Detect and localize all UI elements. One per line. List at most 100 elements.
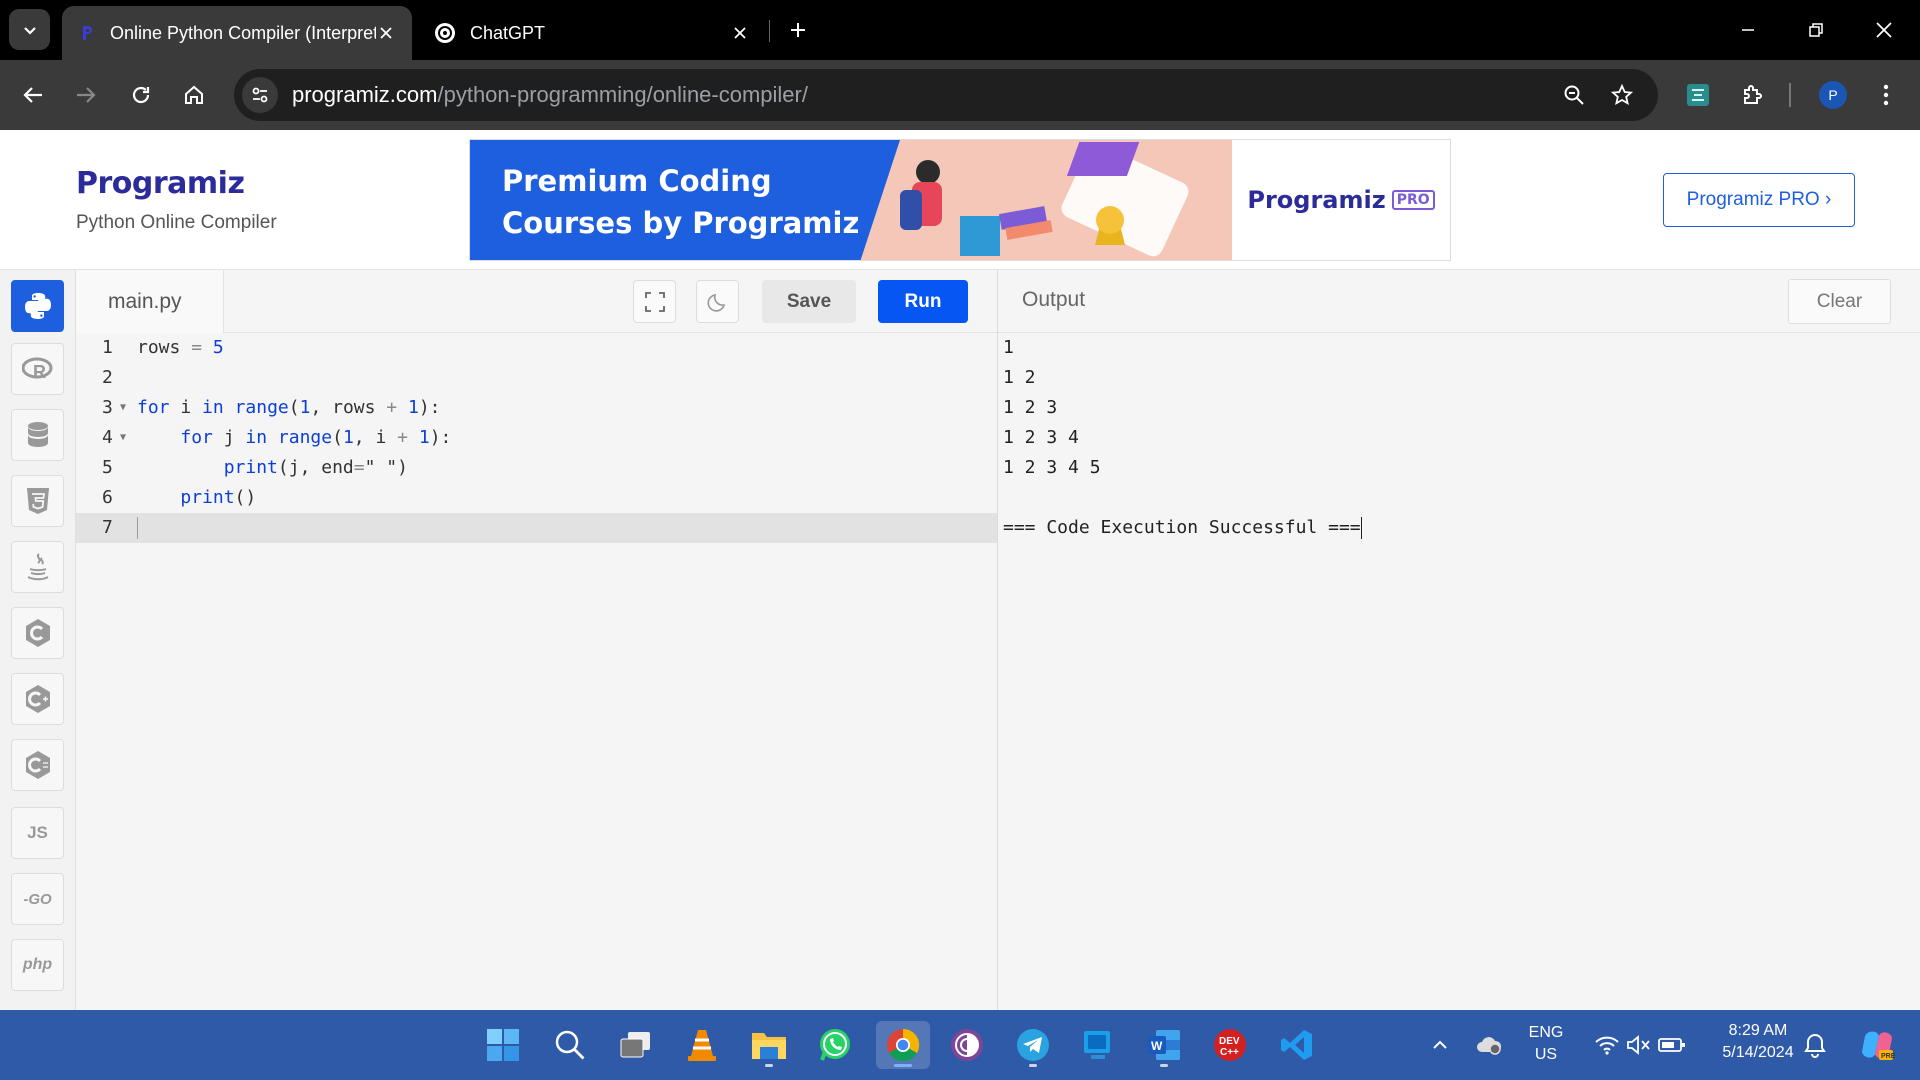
lang-sql[interactable] (11, 409, 64, 461)
fullscreen-button[interactable] (633, 280, 676, 323)
copilot-icon: PRE (1862, 1031, 1895, 1060)
extensions-menu-button[interactable] (1731, 73, 1775, 117)
close-tab-icon[interactable] (376, 23, 396, 43)
line-number: 3 (102, 397, 113, 418)
output-line-status: === Code Execution Successful === (1003, 513, 1362, 543)
file-tab-main-py[interactable]: main.py (76, 270, 224, 333)
clock[interactable]: 8:29 AM 5/14/2024 (1710, 1020, 1806, 1064)
lang-html[interactable] (11, 475, 64, 527)
line-number: 5 (102, 457, 113, 478)
svg-text:PRE: PRE (1881, 1053, 1895, 1060)
lang-r[interactable]: R (11, 343, 64, 395)
start-button[interactable] (479, 1021, 527, 1069)
notifications-button[interactable] (1795, 1021, 1835, 1069)
code-line: 4 ▼ for j in range(1, i + 1): (76, 423, 998, 453)
taskbar-telegram[interactable] (1009, 1021, 1057, 1069)
programiz-logo[interactable]: Programiz (76, 166, 245, 201)
tab-title: Online Python Compiler (Interpreter) (110, 22, 376, 43)
taskbar-search-button[interactable] (546, 1021, 594, 1069)
bookmark-button[interactable] (1604, 77, 1640, 113)
close-window-button[interactable] (1862, 8, 1906, 52)
copilot-button[interactable]: PRE (1853, 1021, 1901, 1069)
svg-text:W: W (1151, 1039, 1163, 1053)
language-sidebar: R JS -GO php (0, 270, 76, 1010)
zoom-button[interactable] (1556, 77, 1592, 113)
lang-csharp[interactable] (11, 739, 64, 791)
output-label: Output (1022, 288, 1086, 311)
lang-js[interactable]: JS (11, 807, 64, 859)
task-view-button[interactable] (612, 1021, 660, 1069)
output-console[interactable]: 1 1 2 1 2 3 1 2 3 4 1 2 3 4 5 === Code E… (998, 333, 1920, 1010)
lang-java[interactable] (11, 541, 64, 593)
taskbar-tor[interactable] (943, 1021, 991, 1069)
code-text: rows = 5 (137, 337, 224, 358)
chrome-icon (887, 1028, 920, 1062)
programiz-pro-button[interactable]: Programiz PRO › (1663, 173, 1855, 227)
taskbar-vscode[interactable] (1273, 1021, 1321, 1069)
restore-icon (1809, 23, 1823, 37)
premium-courses-banner[interactable]: Premium Coding Courses by Programiz Prog… (469, 139, 1451, 261)
taskbar-app-blue[interactable] (1074, 1021, 1122, 1069)
address-bar[interactable]: programiz.com/python-programming/online-… (234, 69, 1658, 121)
lang-python[interactable] (11, 280, 64, 332)
save-button[interactable]: Save (762, 280, 856, 323)
reload-button[interactable] (119, 73, 163, 117)
taskbar-devcpp[interactable]: DEV C++ (1206, 1021, 1254, 1069)
vscode-icon (1281, 1030, 1312, 1060)
go-icon: -GO (23, 890, 52, 908)
tab-search-button[interactable] (9, 9, 50, 50)
close-icon (1876, 22, 1892, 38)
minimize-button[interactable] (1726, 8, 1770, 52)
dark-mode-button[interactable] (696, 280, 739, 323)
home-button[interactable] (172, 73, 216, 117)
quick-settings-tray[interactable] (1580, 1021, 1700, 1069)
site-header: Programiz Python Online Compiler Premium… (0, 130, 1920, 270)
home-icon (185, 85, 203, 104)
browser-menu-button[interactable] (1864, 73, 1908, 117)
back-arrow-icon (23, 87, 42, 103)
input-language-indicator[interactable]: ENG US (1514, 1022, 1578, 1066)
tab-chatgpt[interactable]: ChatGPT (418, 6, 766, 60)
extension-app-icon (1687, 84, 1709, 106)
forward-arrow-icon (77, 87, 96, 103)
site-info-button[interactable] (242, 77, 278, 113)
taskbar-vlc[interactable] (678, 1021, 726, 1069)
js-icon: JS (27, 823, 48, 842)
text-cursor (1360, 517, 1362, 539)
close-tab-icon[interactable] (730, 23, 750, 43)
run-button[interactable]: Run (878, 280, 968, 323)
lang-c[interactable] (11, 607, 64, 659)
tune-icon (252, 87, 268, 103)
svg-text:C++: C++ (1220, 1047, 1239, 1058)
running-indicator (1029, 1064, 1037, 1067)
forward-button[interactable] (64, 73, 108, 117)
code-editor[interactable]: 1 rows = 5 2 3 ▼ for i in range(1, rows … (76, 333, 998, 1010)
show-hidden-icons-button[interactable] (1416, 1021, 1464, 1069)
restore-button[interactable] (1794, 8, 1838, 52)
taskbar-file-explorer[interactable] (745, 1021, 793, 1069)
fold-arrow-icon[interactable]: ▼ (120, 423, 126, 453)
onedrive-tray[interactable] (1465, 1021, 1513, 1069)
url-path: /python-programming/online-compiler/ (437, 82, 808, 107)
minimize-icon (1742, 29, 1754, 31)
line-number: 6 (102, 487, 113, 508)
extension-button[interactable] (1676, 73, 1720, 117)
lang-php[interactable]: php (11, 939, 64, 991)
new-tab-button[interactable] (780, 12, 816, 48)
plus-icon (791, 23, 805, 37)
taskbar-chrome[interactable] (876, 1021, 930, 1069)
clear-button[interactable]: Clear (1788, 279, 1891, 324)
back-button[interactable] (11, 73, 55, 117)
fold-arrow-icon[interactable]: ▼ (120, 393, 126, 423)
lang-go[interactable]: -GO (11, 873, 64, 925)
folder-icon (752, 1033, 786, 1059)
tab-programiz[interactable]: Online Python Compiler (Interpreter) (62, 6, 412, 60)
taskbar-word[interactable]: W (1140, 1021, 1188, 1069)
reload-icon (132, 86, 150, 104)
profile-button[interactable]: P (1811, 73, 1855, 117)
wifi-icon (1595, 1036, 1619, 1055)
taskbar-whatsapp[interactable] (811, 1021, 859, 1069)
code-line: 5 print(j, end=" ") (76, 453, 998, 483)
lang-cpp[interactable] (11, 673, 64, 725)
php-icon: php (22, 956, 53, 973)
